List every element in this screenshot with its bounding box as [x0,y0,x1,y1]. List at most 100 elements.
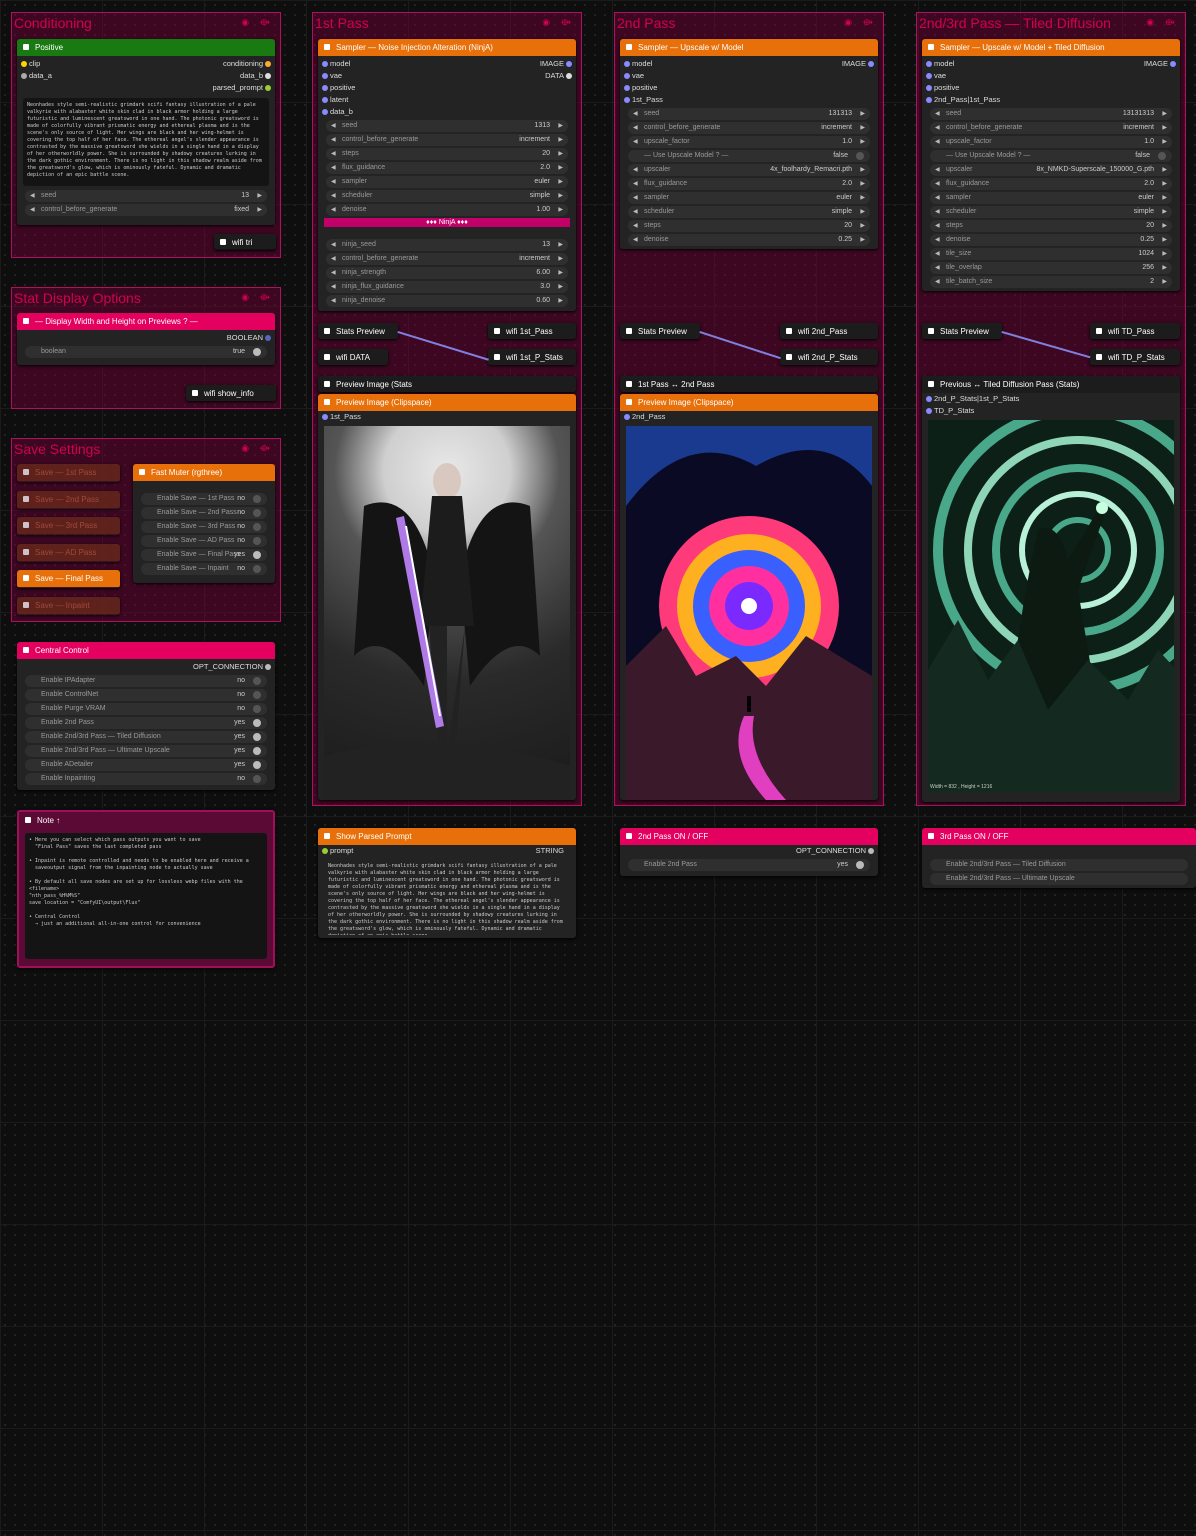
toggle-knob[interactable] [253,495,261,503]
wifi-data[interactable]: wifi DATA [318,349,388,365]
node-title[interactable]: wifi 2nd_Pass [780,323,878,339]
input-dot[interactable] [926,97,932,103]
eye-icon[interactable]: ◉ ⟴ [542,17,575,28]
toggle-knob[interactable] [253,537,261,545]
node-title[interactable]: wifi 2nd_P_Stats [780,349,878,365]
widget-upscale-factor[interactable]: upscale_factor 1.0 [628,136,870,148]
widget-ninja-strength[interactable]: ninja_strength 6.00 [326,267,568,279]
node-title[interactable]: Save — 3rd Pass [17,517,120,534]
widget-scheduler[interactable]: scheduler simple [326,190,568,202]
output-parsed-prompt[interactable]: parsed_prompt [17,82,275,94]
input-prev-stats[interactable]: 2nd_P_Stats|1st_P_Stats [922,393,1180,405]
central-toggle[interactable]: Enable ControlNet no [25,689,267,701]
widget-flux-guidance[interactable]: flux_guidance 2.0 [930,178,1172,190]
toggle-knob[interactable] [856,152,864,160]
fast-muter-node[interactable]: Fast Muter (rgthree) Enable Save — 1st P… [133,464,275,583]
toggle-knob[interactable] [253,551,261,559]
eye-icon[interactable]: ◉ ⟴ [241,292,274,303]
input-model[interactable]: model IMAGE [922,58,1180,70]
widget-sampler[interactable]: sampler euler [628,192,870,204]
widget-control-before-generate[interactable]: control_before_generate increment [628,122,870,134]
2nd-pass-switch-node[interactable]: 2nd Pass ON / OFF OPT_CONNECTION Enable … [620,828,878,876]
widget-sampler[interactable]: sampler euler [326,176,568,188]
node-title[interactable]: Save — Final Pass [17,570,120,587]
output-dot[interactable] [566,73,572,79]
note-text[interactable]: • Here you can select which pass outputs… [25,833,267,959]
wifi-td-pass[interactable]: wifi TD_Pass [1090,323,1180,339]
node-title[interactable]: 2nd Pass ON / OFF [620,828,878,845]
node-title[interactable]: wifi DATA [318,349,388,365]
widget-tile-size[interactable]: tile_size 1024 [930,248,1172,260]
node-title[interactable]: Show Parsed Prompt [318,828,576,845]
node-title[interactable]: Save — Inpaint [17,596,120,614]
toggle-knob[interactable] [253,719,261,727]
input-clip[interactable]: clip conditioning [17,58,275,70]
preview-tiled-stats[interactable]: Previous ↔ Tiled Diffusion Pass (Stats) … [922,376,1180,802]
input-positive[interactable]: positive [318,82,576,94]
input-td-stats[interactable]: TD_P_Stats [922,405,1180,417]
eye-icon[interactable]: ◉ ⟴ [1146,17,1179,28]
widget-scheduler[interactable]: scheduler simple [628,206,870,218]
wifi-tri-node[interactable]: wifi tri [214,234,276,250]
input-dot[interactable] [624,61,630,67]
stats-preview-1[interactable]: Stats Preview [318,323,398,339]
node-title[interactable]: Stats Preview [318,323,398,339]
node-title[interactable]: Central Control [17,642,275,659]
toggle-knob[interactable] [253,565,261,573]
sampler-ninja-node[interactable]: Sampler — Noise Injection Alteration (Ni… [318,39,576,311]
node-title[interactable]: Positive [17,39,275,56]
widget-control-before-generate[interactable]: control_before_generate increment [326,253,568,265]
node-title[interactable]: wifi 1st_Pass [488,323,576,339]
widget-seed[interactable]: seed 13131313 [930,108,1172,120]
node-title[interactable]: wifi TD_P_Stats [1090,349,1180,365]
positive-node[interactable]: Positive clip conditioning data_a data_b p… [17,39,275,225]
input-dot[interactable] [624,97,630,103]
input-dot[interactable] [322,109,328,115]
widget-seed[interactable]: seed 1313 [326,120,568,132]
node-title[interactable]: Sampler — Upscale w/ Model [620,39,878,56]
preview-clipspace-2[interactable]: Preview Image (Clipspace) 2nd_Pass [620,394,878,800]
wifi-2nd-pass[interactable]: wifi 2nd_Pass [780,323,878,339]
save-node[interactable]: Save — 1st Pass [17,464,120,482]
output-opt-connection[interactable]: OPT_CONNECTION [620,845,878,857]
input-1st-pass[interactable]: 1st_Pass [318,411,576,423]
wifi-td-p-stats[interactable]: wifi TD_P_Stats [1090,349,1180,365]
input-dot[interactable] [322,73,328,79]
node-title[interactable]: Preview Image (Clipspace) [318,394,576,411]
output-dot[interactable] [566,61,572,67]
input-positive[interactable]: positive [620,82,878,94]
preview-compare-2[interactable]: 1st Pass ↔ 2nd Pass [620,376,878,392]
input-vae[interactable]: vae [620,70,878,82]
input-dot[interactable] [322,97,328,103]
stats-preview-2[interactable]: Stats Preview [620,323,700,339]
control-before-generate-widget[interactable]: control_before_generatefixed [25,204,267,216]
input-dot[interactable] [926,73,932,79]
wifi-2nd-p-stats[interactable]: wifi 2nd_P_Stats [780,349,878,365]
widget-control-before-generate[interactable]: control_before_generate increment [930,122,1172,134]
muter-toggle[interactable]: Enable Save — AD Pass no [141,535,267,547]
input-dot[interactable] [322,61,328,67]
node-title[interactable]: Sampler — Upscale w/ Model + Tiled Diffu… [922,39,1180,56]
widget-ninja-seed[interactable]: ninja_seed 13 [326,239,568,251]
muter-toggle[interactable]: Enable Save — 3rd Pass no [141,521,267,533]
widget-sampler[interactable]: sampler euler [930,192,1172,204]
widget-denoise[interactable]: denoise 0.25 [628,234,870,246]
muter-toggle[interactable]: Enable Save — 2nd Pass no [141,507,267,519]
widget-ninja-flux-guidance[interactable]: ninja_flux_guidance 3.0 [326,281,568,293]
muter-toggle[interactable]: Enable Save — 1st Pass no [141,493,267,505]
preview-stats-1[interactable]: Preview Image (Stats [318,376,576,392]
save-node[interactable]: Save — Final Pass [17,570,120,588]
wifi-show-info-node[interactable]: wifi show_info [186,385,276,401]
output-dot[interactable] [1170,61,1176,67]
sampler-tiled-node[interactable]: Sampler — Upscale w/ Model + Tiled Diffu… [922,39,1180,291]
input-dot[interactable] [624,73,630,79]
muter-toggle[interactable]: Enable Save — Final Pass yes [141,549,267,561]
enable-2nd-pass-toggle[interactable]: Enable 2nd Pass yes [628,859,870,871]
output-boolean[interactable]: BOOLEAN [17,332,275,344]
widget-control-before-generate[interactable]: control_before_generate increment [326,134,568,146]
widget-upscaler[interactable]: upscaler 8x_NMKD-Superscale_150000_G.pth [930,164,1172,176]
node-title[interactable]: Preview Image (Stats [318,376,576,392]
node-title[interactable]: Save — 1st Pass [17,464,120,481]
widget-flux-guidance[interactable]: flux_guidance 2.0 [628,178,870,190]
node-title[interactable]: Fast Muter (rgthree) [133,464,275,481]
